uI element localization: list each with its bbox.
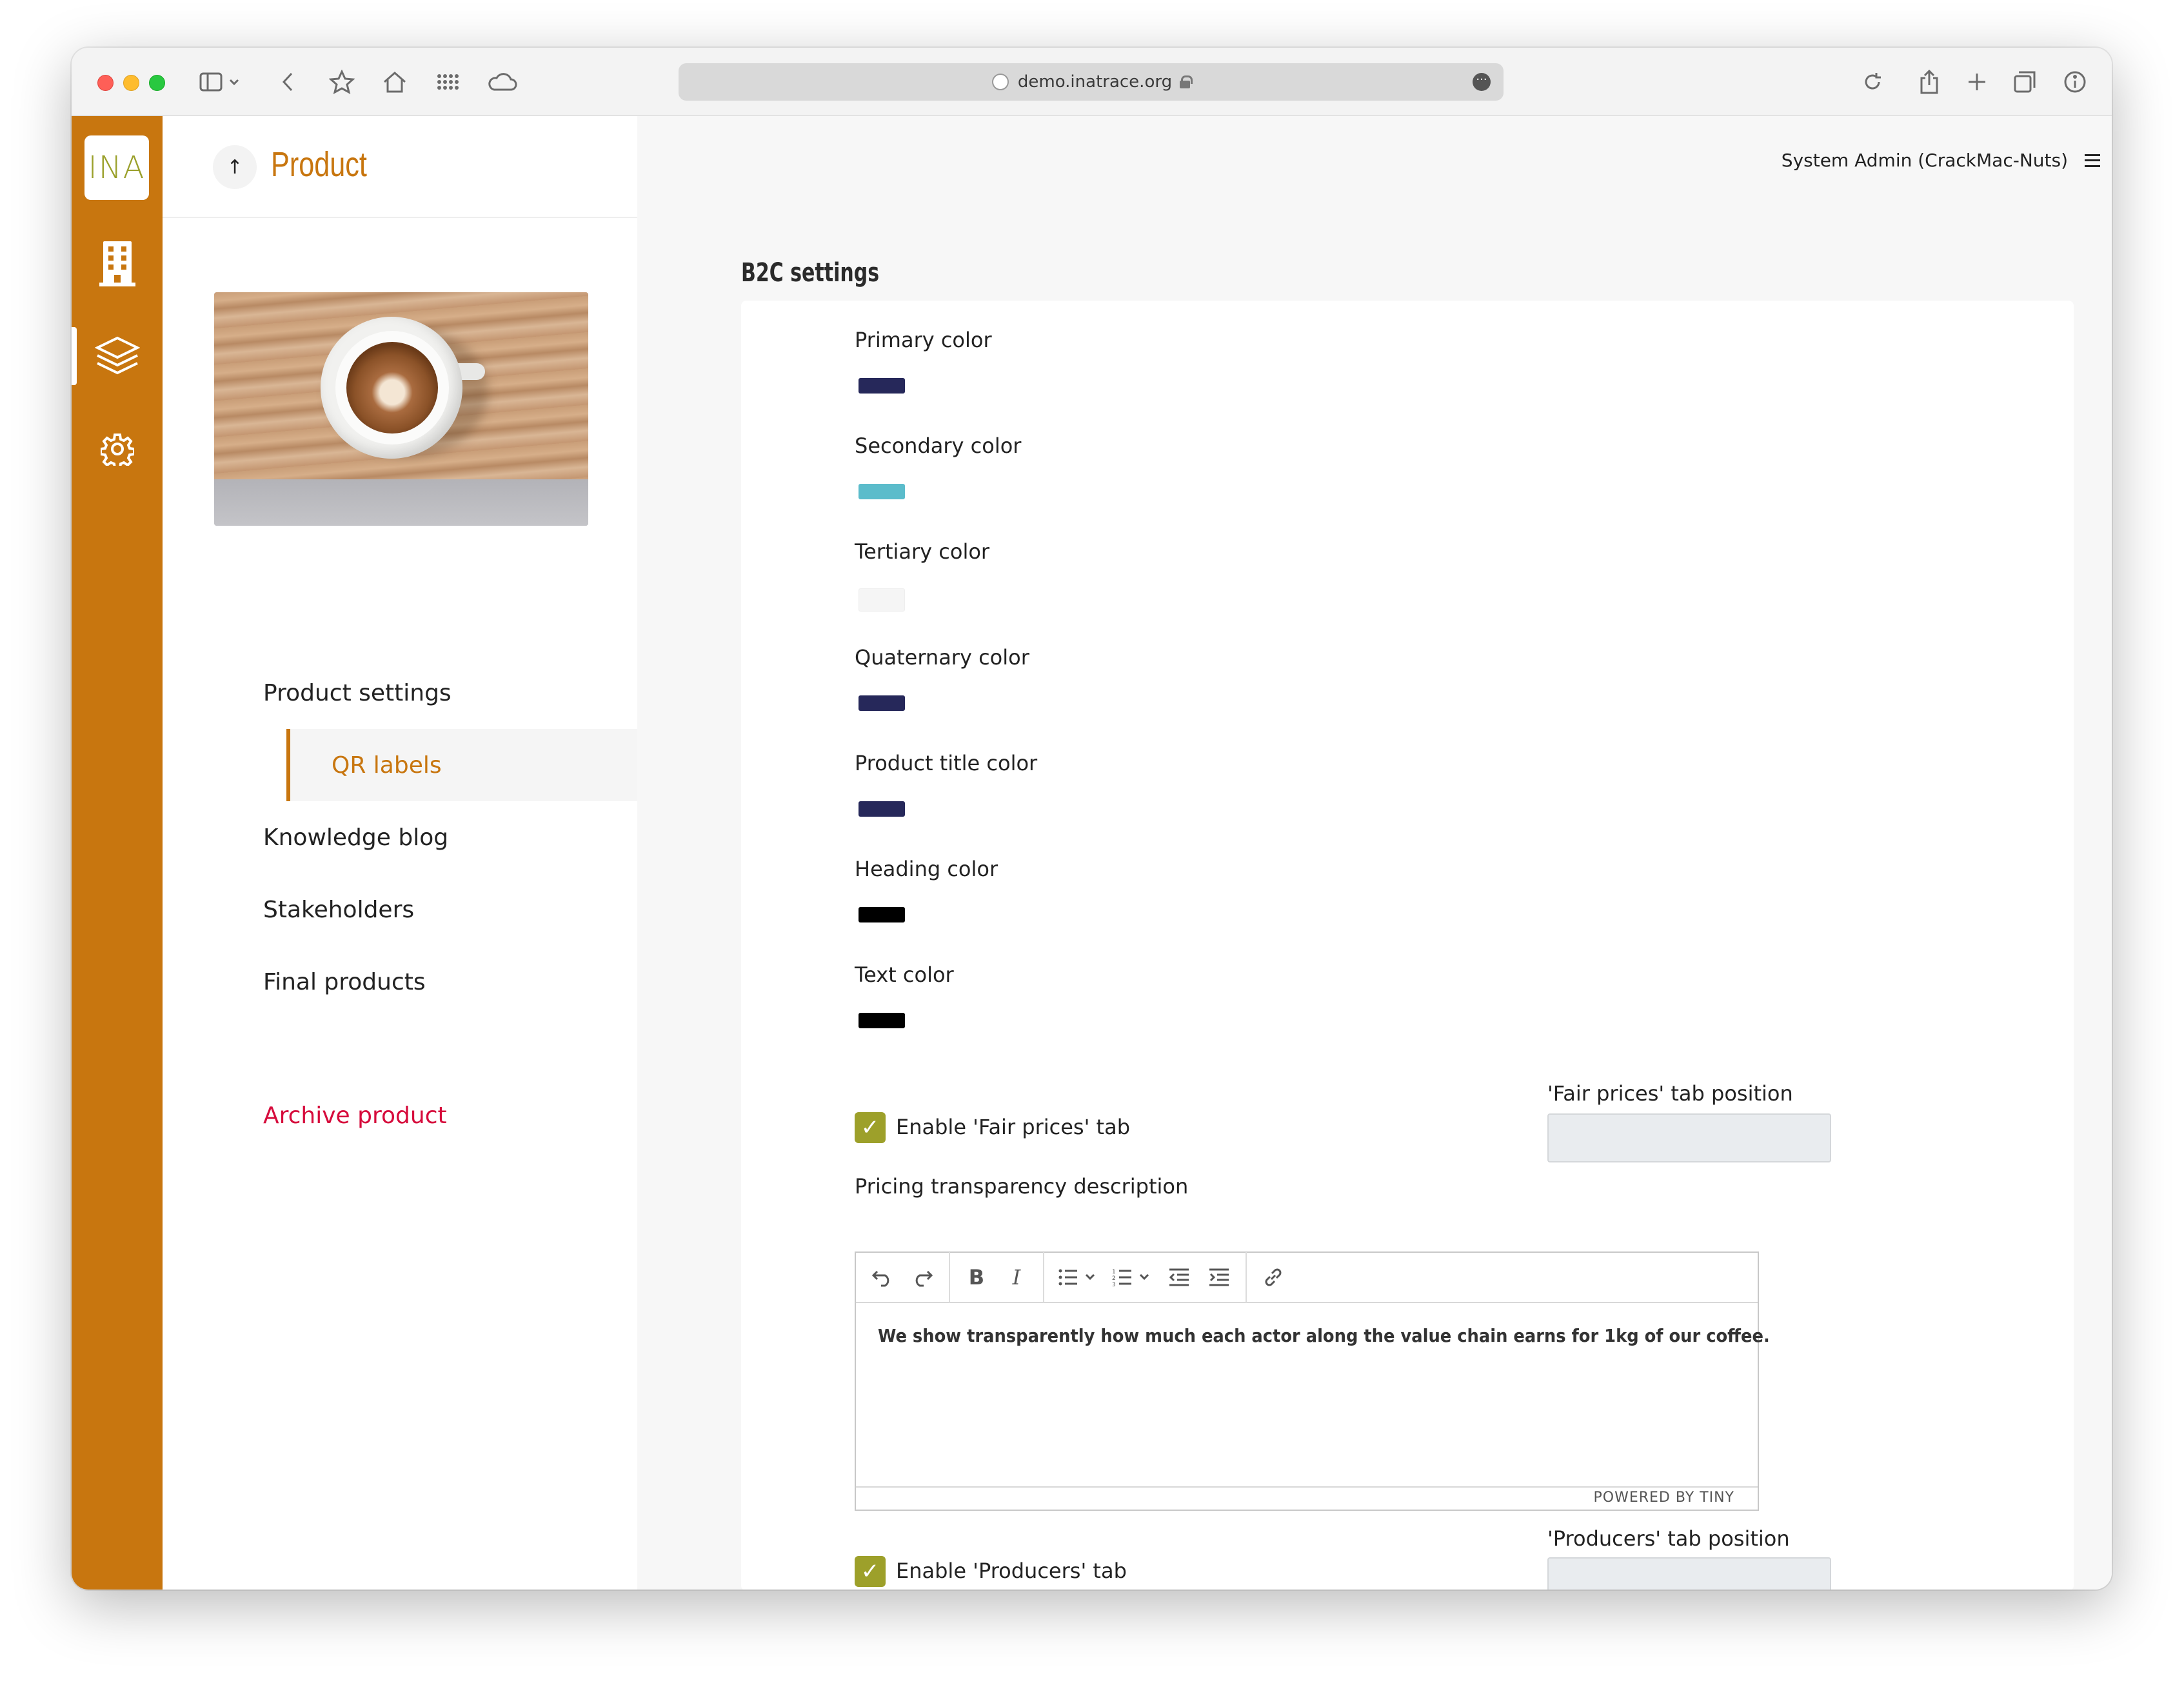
text-color-swatch[interactable] [859,1013,905,1028]
url-text: demo.inatrace.org [1017,72,1173,92]
producers-checkbox-label[interactable]: Enable 'Producers' tab [896,1559,1127,1583]
rail-companies[interactable] [72,231,163,295]
product-title-color-swatch[interactable] [859,801,905,817]
sidepanel-header: ↑ Product [163,116,637,218]
info-icon[interactable] [2062,67,2088,97]
outdent-icon[interactable] [1159,1259,1199,1295]
arrow-up-icon: ↑ [226,155,243,179]
nav-knowledge-blog[interactable]: Knowledge blog [163,801,637,873]
browser-window: demo.inatrace.org ··· INA ↑ Product Prod… [72,48,2112,1590]
fair-prices-checkbox-label[interactable]: Enable 'Fair prices' tab [896,1115,1130,1139]
secondary-color-swatch[interactable] [859,484,905,499]
gear-icon [100,434,134,466]
building-icon [99,241,135,286]
fair-prices-position-label: 'Fair prices' tab position [1547,1081,1793,1106]
nav-product-settings[interactable]: Product settings [163,657,637,729]
nav-final-products[interactable]: Final products [163,946,637,1018]
tertiary-color-label: Tertiary color [855,539,990,564]
maximize-window-button[interactable] [149,75,165,91]
lock-icon [1180,75,1193,88]
quaternary-color-swatch[interactable] [859,695,905,711]
star-icon[interactable] [327,67,357,97]
b2c-settings-card: Primary color Secondary color Tertiary c… [741,301,2074,1590]
fair-prices-position-input[interactable] [1547,1113,1831,1162]
layers-icon [94,336,140,375]
text-color-label: Text color [855,962,954,987]
bold-icon[interactable]: B [957,1259,997,1295]
redo-icon[interactable] [902,1259,942,1295]
site-favicon-icon [991,74,1009,90]
tertiary-color-swatch[interactable] [859,588,905,612]
italic-icon[interactable]: I [997,1259,1037,1295]
back-button[interactable]: ↑ [213,145,257,189]
rail-settings[interactable] [72,417,163,481]
rail-products[interactable] [72,324,163,388]
nav-stakeholders[interactable]: Stakeholders [163,873,637,946]
checkmark-icon: ✓ [860,1115,880,1141]
numbered-list-icon[interactable]: 123 [1105,1259,1159,1295]
product-image [214,292,588,526]
svg-text:1: 1 [1112,1269,1116,1275]
page-title: Product [271,145,367,184]
grid-icon[interactable] [433,67,462,97]
svg-text:3: 3 [1112,1282,1116,1287]
ina-logo[interactable]: INA [84,135,149,200]
quaternary-color-label: Quaternary color [855,645,1029,670]
new-tab-icon[interactable] [1964,67,1990,97]
editor-toolbar: B I 123 [856,1252,1758,1303]
editor-statusbar: POWERED BY TINY [856,1486,1758,1510]
pricing-description-editor: B I 123 We show transparently how much e… [855,1251,1770,1511]
hamburger-menu-icon[interactable] [2085,154,2100,167]
more-options-icon[interactable]: ··· [1473,73,1491,91]
user-menu[interactable]: System Admin (CrackMac-Nuts) [1782,150,2100,171]
primary-color-label: Primary color [855,328,992,352]
bullet-list-icon[interactable] [1051,1259,1105,1295]
back-arrow-icon[interactable] [278,67,297,97]
indent-icon[interactable] [1199,1259,1239,1295]
undo-icon[interactable] [862,1259,902,1295]
primary-color-swatch[interactable] [859,378,905,394]
producers-checkbox[interactable]: ✓ [855,1556,886,1587]
powered-by-tiny-link[interactable]: POWERED BY TINY [1594,1490,1735,1506]
minimize-window-button[interactable] [123,75,139,91]
link-icon[interactable] [1253,1259,1293,1295]
user-name: System Admin (CrackMac-Nuts) [1781,150,2068,171]
fair-prices-checkbox[interactable]: ✓ [855,1112,886,1143]
address-bar[interactable]: demo.inatrace.org ··· [679,63,1504,101]
sidebar-toggle-icon[interactable] [198,67,224,97]
checkmark-icon: ✓ [860,1559,880,1584]
svg-text:2: 2 [1112,1275,1116,1282]
browser-toolbar: demo.inatrace.org ··· [72,48,2112,116]
product-sidepanel: ↑ Product Product settings QR labels Kno… [163,116,637,1590]
producers-position-input[interactable] [1547,1557,1831,1590]
nav-qr-labels[interactable]: QR labels [286,729,637,801]
chevron-down-icon[interactable] [226,67,242,97]
archive-product-link[interactable]: Archive product [163,1079,637,1152]
section-title: B2C settings [741,258,880,288]
secondary-color-label: Secondary color [855,434,1022,458]
home-icon[interactable] [380,67,410,97]
heading-color-label: Heading color [855,857,998,881]
producers-position-label: 'Producers' tab position [1547,1526,1790,1551]
share-icon[interactable] [1916,67,1942,97]
close-window-button[interactable] [97,75,114,91]
tab-overview-icon[interactable] [2012,67,2038,97]
reload-icon[interactable] [1860,67,1885,97]
product-title-color-label: Product title color [855,751,1038,775]
heading-color-swatch[interactable] [859,907,905,922]
editor-content[interactable]: We show transparently how much each acto… [878,1325,1770,1346]
pricing-description-label: Pricing transparency description [855,1174,1189,1199]
cloud-icon[interactable] [484,67,519,97]
app: INA ↑ Product Product settings QR labels… [72,116,2112,1590]
main-rail: INA [72,116,163,1590]
